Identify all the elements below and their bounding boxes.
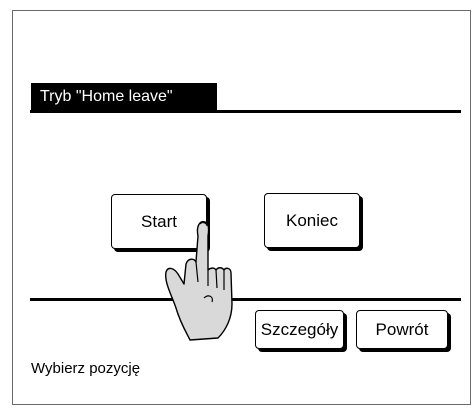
details-button[interactable]: Szczegóły	[255, 310, 344, 349]
back-button[interactable]: Powrót	[356, 310, 448, 349]
end-button[interactable]: Koniec	[264, 193, 360, 248]
start-button[interactable]: Start	[111, 194, 207, 249]
title-divider	[30, 110, 461, 113]
screen-title: Tryb "Home leave"	[31, 83, 217, 111]
prompt-text: Wybierz pozycję	[31, 360, 141, 377]
footer-divider	[30, 298, 461, 301]
